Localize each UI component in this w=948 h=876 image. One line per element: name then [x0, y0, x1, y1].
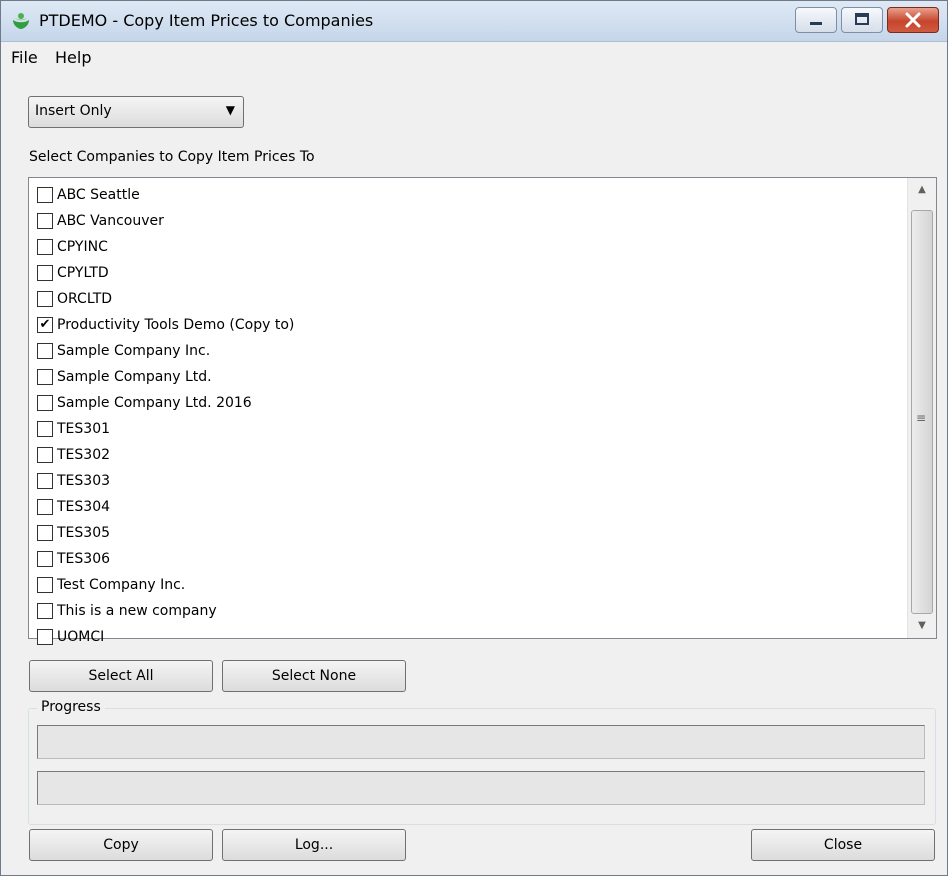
company-label: Sample Company Inc. [57, 343, 211, 359]
company-checkbox[interactable] [37, 343, 53, 359]
company-checkbox[interactable] [37, 213, 53, 229]
company-checkbox[interactable] [37, 291, 53, 307]
company-checkbox[interactable] [37, 551, 53, 567]
company-checkbox[interactable] [37, 499, 53, 515]
progress-bar-2 [37, 771, 925, 805]
log-button[interactable]: Log... [222, 829, 406, 861]
company-label: TES303 [57, 473, 111, 489]
company-label: TES305 [57, 525, 111, 541]
mode-select[interactable]: Insert Only ▼ [28, 96, 244, 128]
company-label: Sample Company Ltd. [57, 369, 212, 385]
company-label: Sample Company Ltd. 2016 [57, 395, 252, 411]
progress-label: Progress [37, 699, 105, 715]
app-logo-icon [13, 13, 29, 29]
mode-select-value: Insert Only [35, 103, 112, 119]
menu-help[interactable]: Help [55, 48, 91, 67]
company-checkbox[interactable] [37, 577, 53, 593]
company-label: UOMCI [57, 629, 105, 645]
maximize-button[interactable] [841, 7, 883, 33]
scroll-down-arrow-icon[interactable]: ▼ [908, 614, 936, 638]
menu-bar: File Help [1, 42, 947, 72]
company-checkbox[interactable] [37, 421, 53, 437]
main-window: PTDEMO - Copy Item Prices to Companies F… [0, 0, 948, 876]
select-none-button[interactable]: Select None [222, 660, 406, 692]
close-button[interactable]: Close [751, 829, 935, 861]
company-checkbox[interactable] [37, 395, 53, 411]
list-scrollbar[interactable]: ▲ ≡ ▼ [907, 178, 936, 638]
minimize-button[interactable] [795, 7, 837, 33]
company-label: ORCLTD [57, 291, 113, 307]
company-checkbox[interactable] [37, 473, 53, 489]
close-window-button[interactable] [887, 7, 939, 33]
companies-section-label: Select Companies to Copy Item Prices To [29, 149, 315, 165]
company-checkbox[interactable] [37, 239, 53, 255]
company-label: Test Company Inc. [57, 577, 186, 593]
minimize-icon [810, 22, 822, 25]
company-label: Productivity Tools Demo (Copy to) [57, 317, 295, 333]
grip-icon: ≡ [916, 411, 927, 425]
company-label: ABC Vancouver [57, 213, 164, 229]
company-label: TES302 [57, 447, 111, 463]
select-all-button[interactable]: Select All [29, 660, 213, 692]
window-title: PTDEMO - Copy Item Prices to Companies [39, 11, 374, 30]
progress-bar-1 [37, 725, 925, 759]
menu-file[interactable]: File [11, 48, 38, 67]
company-checkbox[interactable] [37, 447, 53, 463]
company-label: TES301 [57, 421, 111, 437]
company-checkbox[interactable] [37, 603, 53, 619]
company-checkbox[interactable] [37, 629, 53, 645]
company-checkbox[interactable] [37, 187, 53, 203]
company-label: TES304 [57, 499, 111, 515]
company-checkbox[interactable] [37, 525, 53, 541]
company-checkbox[interactable] [37, 265, 53, 281]
company-label: CPYINC [57, 239, 108, 255]
company-label: This is a new company [57, 603, 217, 619]
progress-group: Progress [28, 699, 936, 825]
company-label: TES306 [57, 551, 111, 567]
company-label: CPYLTD [57, 265, 109, 281]
scroll-up-arrow-icon[interactable]: ▲ [908, 178, 936, 202]
title-bar[interactable]: PTDEMO - Copy Item Prices to Companies [1, 1, 947, 42]
maximize-icon [855, 13, 869, 25]
chevron-down-icon: ▼ [225, 103, 235, 117]
copy-button[interactable]: Copy [29, 829, 213, 861]
close-icon [905, 12, 921, 28]
company-checkbox[interactable]: ✔ [37, 317, 53, 333]
companies-list[interactable]: ABC Seattle ABC Vancouver CPYINC CPYLTD ORCL… [28, 177, 937, 645]
company-label: ABC Seattle [57, 187, 140, 203]
company-checkbox[interactable] [37, 369, 53, 385]
scrollbar-thumb[interactable]: ≡ [911, 210, 933, 614]
